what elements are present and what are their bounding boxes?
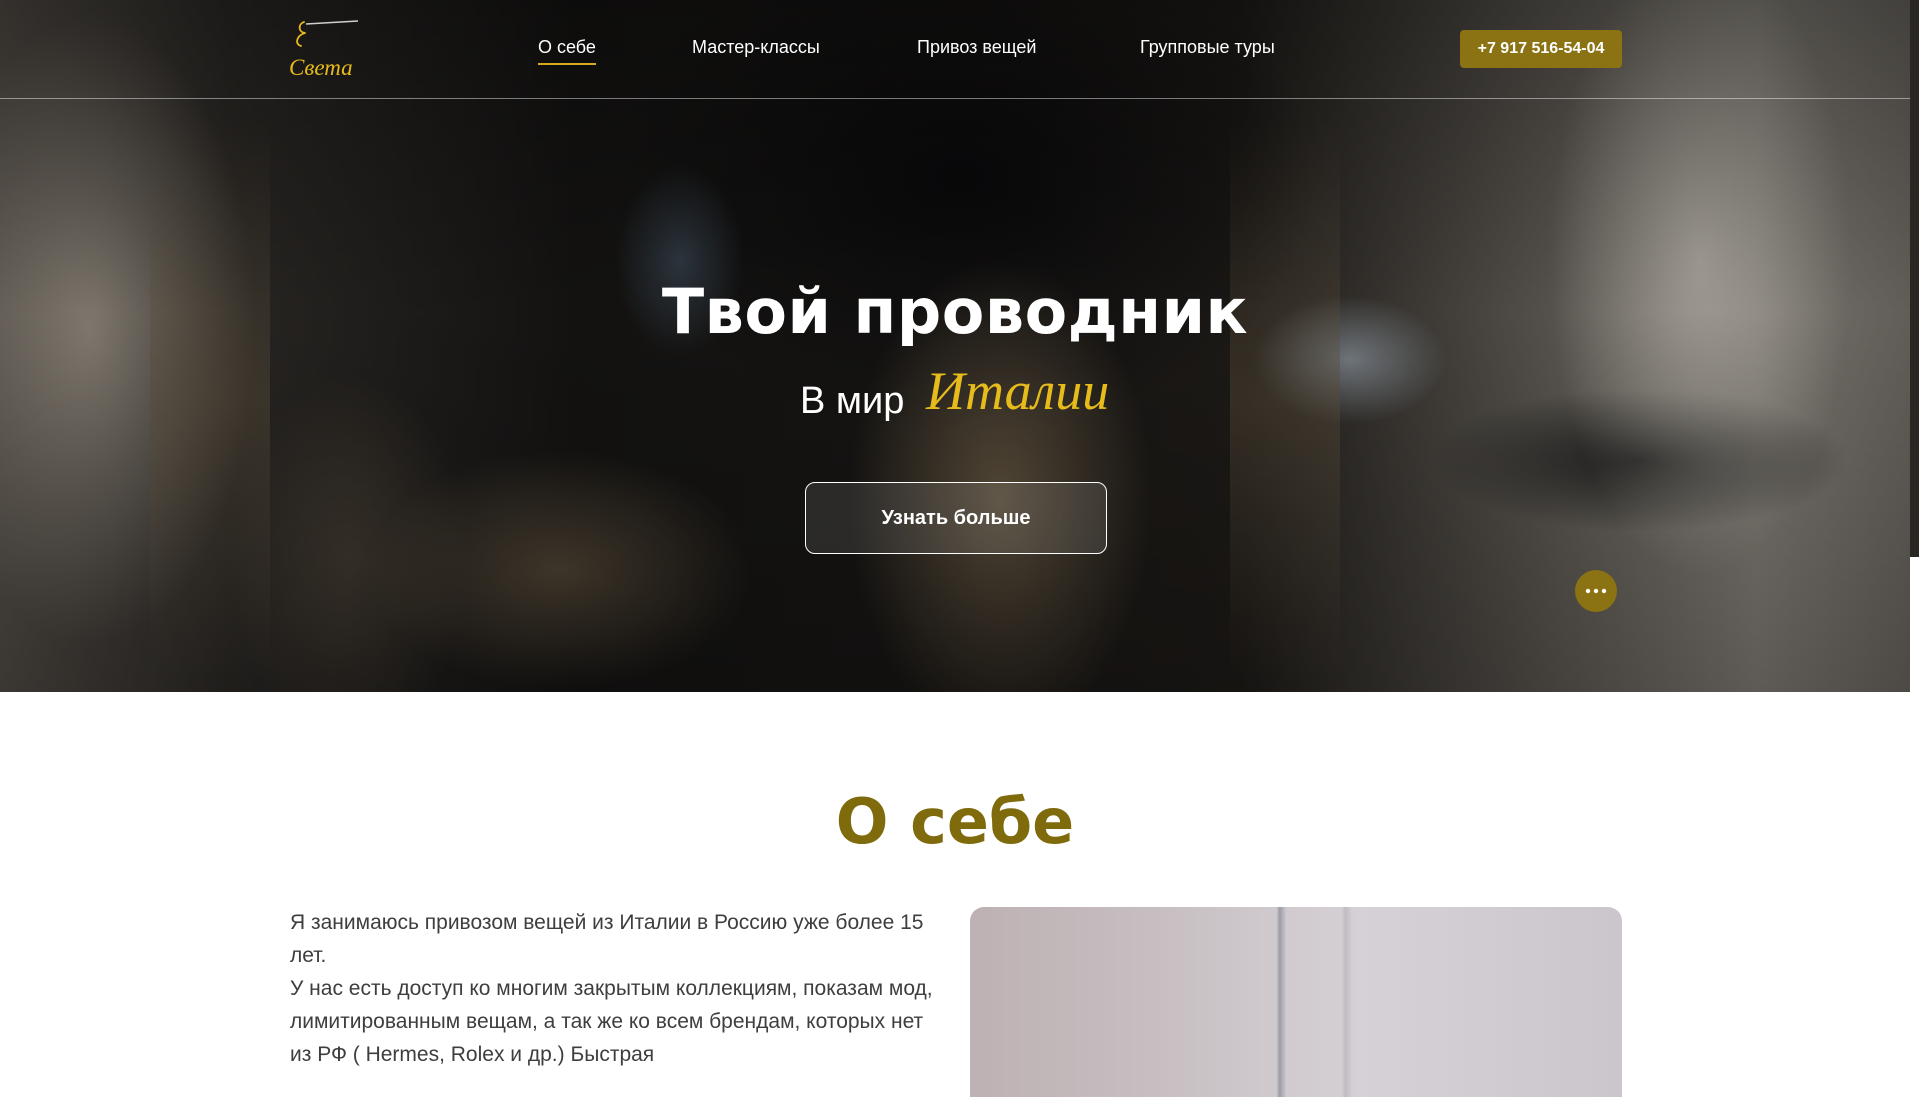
nav-link-master-classes[interactable]: Мастер-классы <box>692 37 820 58</box>
about-paragraph: У нас есть доступ ко многим закрытым кол… <box>290 977 933 1066</box>
logo-icon: Света <box>289 20 359 80</box>
nav-link-group-tours[interactable]: Групповые туры <box>1140 37 1275 58</box>
logo-text: Света <box>289 55 353 80</box>
scrollbar[interactable] <box>1910 0 1919 557</box>
chat-dots-icon <box>1585 588 1607 594</box>
header-divider <box>0 98 1910 99</box>
nav-link-delivery[interactable]: Привоз вещей <box>917 37 1036 58</box>
hero-title: Твой проводник <box>661 275 1249 348</box>
learn-more-button[interactable]: Узнать больше <box>805 482 1107 554</box>
phone-button[interactable]: +7 917 516-54-04 <box>1460 30 1622 68</box>
about-photo <box>970 907 1622 1097</box>
about-paragraph: Я занимаюсь привозом вещей из Италии в Р… <box>290 911 924 967</box>
about-text: Я занимаюсь привозом вещей из Италии в Р… <box>290 906 940 1071</box>
nav-link-about[interactable]: О себе <box>538 37 596 65</box>
chat-button[interactable] <box>1575 570 1617 612</box>
hero-section: Света О себе Мастер-классы Привоз вещей … <box>0 0 1910 692</box>
logo[interactable]: Света <box>288 18 360 80</box>
about-title: О себе <box>835 785 1075 858</box>
hero-subtitle: В мир <box>800 380 905 422</box>
hero-subtitle-script: Италии <box>926 361 1110 421</box>
